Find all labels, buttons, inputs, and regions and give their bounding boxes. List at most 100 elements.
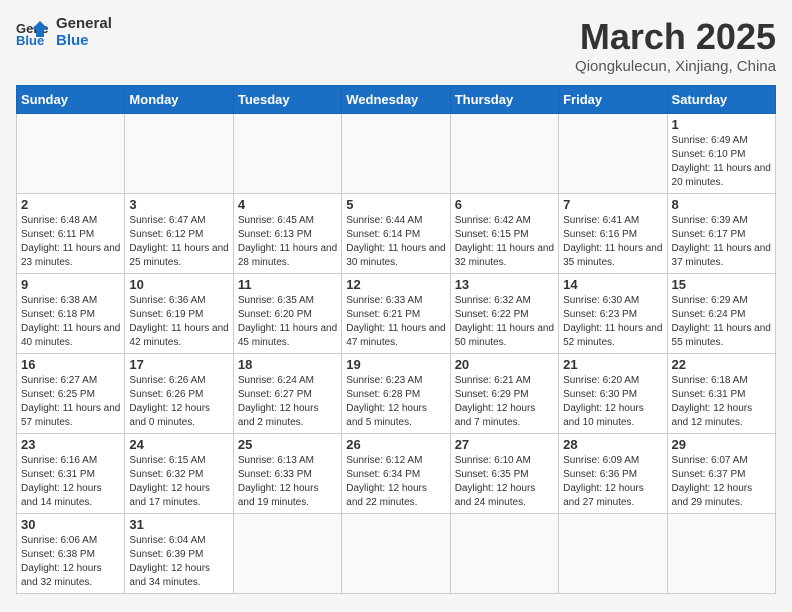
day-info: Sunrise: 6:33 AM Sunset: 6:21 PM Dayligh… xyxy=(346,294,445,350)
calendar: Sunday Monday Tuesday Wednesday Thursday… xyxy=(16,85,776,594)
day-info: Sunrise: 6:24 AM Sunset: 6:27 PM Dayligh… xyxy=(238,374,337,430)
day-info: Sunrise: 6:16 AM Sunset: 6:31 PM Dayligh… xyxy=(21,454,120,510)
calendar-cell: 3 Sunrise: 6:47 AM Sunset: 6:12 PM Daylig… xyxy=(125,194,233,274)
calendar-cell: 15 Sunrise: 6:29 AM Sunset: 6:24 PM Dayli… xyxy=(667,274,775,354)
day-number: 14 xyxy=(563,277,662,292)
calendar-cell: 4 Sunrise: 6:45 AM Sunset: 6:13 PM Daylig… xyxy=(233,194,341,274)
day-number: 8 xyxy=(672,197,771,212)
calendar-cell: 2 Sunrise: 6:48 AM Sunset: 6:11 PM Daylig… xyxy=(17,194,125,274)
calendar-cell xyxy=(450,114,558,194)
day-info: Sunrise: 6:27 AM Sunset: 6:25 PM Dayligh… xyxy=(21,374,120,430)
day-number: 20 xyxy=(455,357,554,372)
day-number: 26 xyxy=(346,437,445,452)
location: Qiongkulecun, Xinjiang, China xyxy=(575,58,776,75)
day-number: 24 xyxy=(129,437,228,452)
header-saturday: Saturday xyxy=(667,86,775,114)
calendar-cell: 14 Sunrise: 6:30 AM Sunset: 6:23 PM Dayli… xyxy=(559,274,667,354)
day-number: 13 xyxy=(455,277,554,292)
calendar-cell: 28 Sunrise: 6:09 AM Sunset: 6:36 PM Dayli… xyxy=(559,434,667,514)
day-info: Sunrise: 6:04 AM Sunset: 6:39 PM Dayligh… xyxy=(129,534,228,590)
day-info: Sunrise: 6:48 AM Sunset: 6:11 PM Dayligh… xyxy=(21,214,120,270)
day-number: 29 xyxy=(672,437,771,452)
day-info: Sunrise: 6:13 AM Sunset: 6:33 PM Dayligh… xyxy=(238,454,337,510)
calendar-cell: 30 Sunrise: 6:06 AM Sunset: 6:38 PM Dayli… xyxy=(17,514,125,594)
day-info: Sunrise: 6:06 AM Sunset: 6:38 PM Dayligh… xyxy=(21,534,120,590)
calendar-cell xyxy=(559,514,667,594)
day-number: 23 xyxy=(21,437,120,452)
calendar-week-1: 2 Sunrise: 6:48 AM Sunset: 6:11 PM Daylig… xyxy=(17,194,776,274)
calendar-week-5: 30 Sunrise: 6:06 AM Sunset: 6:38 PM Dayli… xyxy=(17,514,776,594)
logo-icon: General Blue xyxy=(16,19,48,47)
calendar-cell: 16Sunrise: 6:27 AM Sunset: 6:25 PM Dayli… xyxy=(17,354,125,434)
day-number: 10 xyxy=(129,277,228,292)
calendar-cell: 27 Sunrise: 6:10 AM Sunset: 6:35 PM Dayli… xyxy=(450,434,558,514)
calendar-cell: 26 Sunrise: 6:12 AM Sunset: 6:34 PM Dayli… xyxy=(342,434,450,514)
calendar-cell xyxy=(233,514,341,594)
calendar-cell: 31 Sunrise: 6:04 AM Sunset: 6:39 PM Dayli… xyxy=(125,514,233,594)
day-info: Sunrise: 6:32 AM Sunset: 6:22 PM Dayligh… xyxy=(455,294,554,350)
day-info: Sunrise: 6:09 AM Sunset: 6:36 PM Dayligh… xyxy=(563,454,662,510)
calendar-cell: 18 Sunrise: 6:24 AM Sunset: 6:27 PM Dayli… xyxy=(233,354,341,434)
day-info: Sunrise: 6:18 AM Sunset: 6:31 PM Dayligh… xyxy=(672,374,771,430)
day-number: 7 xyxy=(563,197,662,212)
day-info: Sunrise: 6:21 AM Sunset: 6:29 PM Dayligh… xyxy=(455,374,554,430)
calendar-cell: 11Sunrise: 6:35 AM Sunset: 6:20 PM Dayli… xyxy=(233,274,341,354)
calendar-header-row: Sunday Monday Tuesday Wednesday Thursday… xyxy=(17,86,776,114)
day-number: 30 xyxy=(21,517,120,532)
calendar-cell: 1 Sunrise: 6:49 AM Sunset: 6:10 PM Daylig… xyxy=(667,114,775,194)
day-info: Sunrise: 6:44 AM Sunset: 6:14 PM Dayligh… xyxy=(346,214,445,270)
day-number: 3 xyxy=(129,197,228,212)
day-number: 6 xyxy=(455,197,554,212)
calendar-cell xyxy=(559,114,667,194)
day-info: Sunrise: 6:26 AM Sunset: 6:26 PM Dayligh… xyxy=(129,374,228,430)
day-info: Sunrise: 6:35 AM Sunset: 6:20 PM Dayligh… xyxy=(238,294,337,350)
calendar-cell: 10Sunrise: 6:36 AM Sunset: 6:19 PM Dayli… xyxy=(125,274,233,354)
title-area: March 2025 Qiongkulecun, Xinjiang, China xyxy=(575,16,776,75)
calendar-week-2: 9Sunrise: 6:38 AM Sunset: 6:18 PM Daylig… xyxy=(17,274,776,354)
calendar-cell: 24Sunrise: 6:15 AM Sunset: 6:32 PM Dayli… xyxy=(125,434,233,514)
day-info: Sunrise: 6:10 AM Sunset: 6:35 PM Dayligh… xyxy=(455,454,554,510)
day-number: 4 xyxy=(238,197,337,212)
day-number: 12 xyxy=(346,277,445,292)
day-number: 1 xyxy=(672,117,771,132)
header: General Blue General Blue March 2025 Qio… xyxy=(16,16,776,75)
day-number: 31 xyxy=(129,517,228,532)
day-number: 22 xyxy=(672,357,771,372)
day-number: 27 xyxy=(455,437,554,452)
calendar-cell xyxy=(233,114,341,194)
calendar-cell: 25Sunrise: 6:13 AM Sunset: 6:33 PM Dayli… xyxy=(233,434,341,514)
calendar-cell: 12 Sunrise: 6:33 AM Sunset: 6:21 PM Dayli… xyxy=(342,274,450,354)
day-info: Sunrise: 6:29 AM Sunset: 6:24 PM Dayligh… xyxy=(672,294,771,350)
calendar-cell xyxy=(342,114,450,194)
calendar-week-3: 16Sunrise: 6:27 AM Sunset: 6:25 PM Dayli… xyxy=(17,354,776,434)
calendar-cell: 8 Sunrise: 6:39 AM Sunset: 6:17 PM Daylig… xyxy=(667,194,775,274)
month-title: March 2025 xyxy=(575,16,776,58)
day-info: Sunrise: 6:42 AM Sunset: 6:15 PM Dayligh… xyxy=(455,214,554,270)
logo-blue: Blue xyxy=(56,32,89,49)
calendar-cell: 9Sunrise: 6:38 AM Sunset: 6:18 PM Daylig… xyxy=(17,274,125,354)
header-friday: Friday xyxy=(559,86,667,114)
day-info: Sunrise: 6:07 AM Sunset: 6:37 PM Dayligh… xyxy=(672,454,771,510)
header-wednesday: Wednesday xyxy=(342,86,450,114)
calendar-cell xyxy=(667,514,775,594)
day-info: Sunrise: 6:30 AM Sunset: 6:23 PM Dayligh… xyxy=(563,294,662,350)
day-number: 15 xyxy=(672,277,771,292)
calendar-cell: 29 Sunrise: 6:07 AM Sunset: 6:37 PM Dayli… xyxy=(667,434,775,514)
calendar-week-0: 1 Sunrise: 6:49 AM Sunset: 6:10 PM Daylig… xyxy=(17,114,776,194)
calendar-cell xyxy=(450,514,558,594)
logo: General Blue General Blue xyxy=(16,16,112,49)
day-info: Sunrise: 6:49 AM Sunset: 6:10 PM Dayligh… xyxy=(672,134,771,190)
calendar-cell: 13 Sunrise: 6:32 AM Sunset: 6:22 PM Dayli… xyxy=(450,274,558,354)
day-info: Sunrise: 6:45 AM Sunset: 6:13 PM Dayligh… xyxy=(238,214,337,270)
day-info: Sunrise: 6:39 AM Sunset: 6:17 PM Dayligh… xyxy=(672,214,771,270)
header-tuesday: Tuesday xyxy=(233,86,341,114)
day-number: 18 xyxy=(238,357,337,372)
day-number: 28 xyxy=(563,437,662,452)
day-info: Sunrise: 6:47 AM Sunset: 6:12 PM Dayligh… xyxy=(129,214,228,270)
calendar-cell: 20 Sunrise: 6:21 AM Sunset: 6:29 PM Dayli… xyxy=(450,354,558,434)
calendar-cell: 5Sunrise: 6:44 AM Sunset: 6:14 PM Daylig… xyxy=(342,194,450,274)
calendar-cell: 22 Sunrise: 6:18 AM Sunset: 6:31 PM Dayli… xyxy=(667,354,775,434)
day-number: 2 xyxy=(21,197,120,212)
calendar-cell: 17Sunrise: 6:26 AM Sunset: 6:26 PM Dayli… xyxy=(125,354,233,434)
day-info: Sunrise: 6:12 AM Sunset: 6:34 PM Dayligh… xyxy=(346,454,445,510)
